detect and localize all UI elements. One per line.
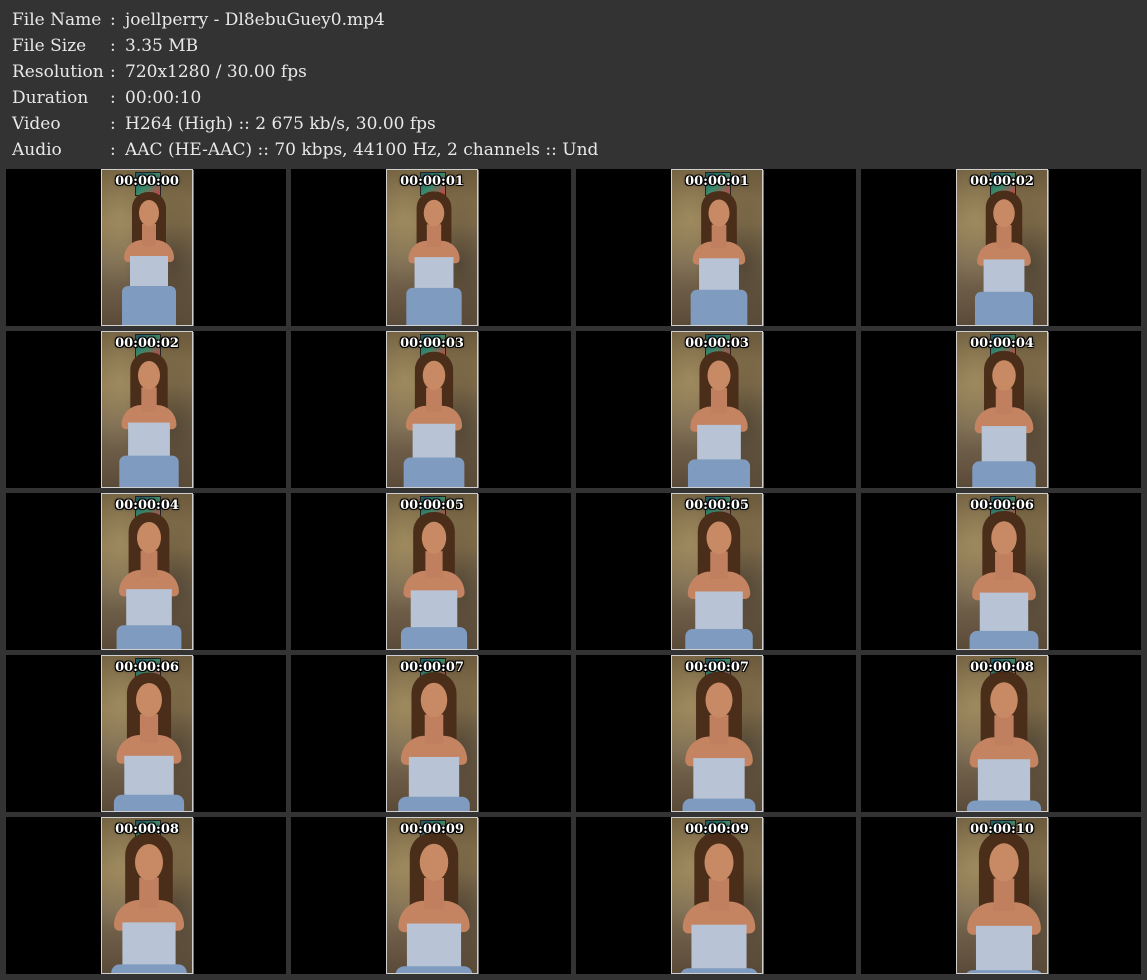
frame-timestamp: 00:00:05 [685, 498, 749, 513]
frame-timestamp: 00:00:04 [970, 336, 1034, 351]
thumbnail-cell: 00:00:06 [861, 493, 1141, 650]
frame-timestamp: 00:00:01 [400, 174, 464, 189]
thumbnail-cell: 00:00:01 [576, 169, 856, 326]
frame-timestamp: 00:00:07 [400, 660, 464, 675]
thumbnail-cell: 00:00:08 [6, 817, 286, 974]
thumbnail-cell: 00:00:04 [861, 331, 1141, 488]
info-separator: : [110, 88, 116, 108]
frame-timestamp: 00:00:08 [115, 822, 179, 837]
frame-timestamp: 00:00:09 [400, 822, 464, 837]
thumbnail-cell: 00:00:07 [291, 655, 571, 812]
info-key: Resolution [12, 62, 104, 82]
video-frame-image [386, 331, 478, 488]
info-key: Audio [12, 140, 62, 160]
thumbnail-cell: 00:00:09 [576, 817, 856, 974]
video-frame-image [671, 169, 763, 326]
thumbnail-cell: 00:00:07 [576, 655, 856, 812]
thumbnail-cell: 00:00:03 [576, 331, 856, 488]
thumbnail-cell: 00:00:02 [6, 331, 286, 488]
info-value: 3.35 MB [125, 36, 199, 56]
thumbnail-cell: 00:00:04 [6, 493, 286, 650]
video-frame-image [101, 493, 193, 650]
frame-timestamp: 00:00:03 [400, 336, 464, 351]
video-frame-image [956, 817, 1048, 974]
info-key: File Size [12, 36, 87, 56]
video-frame-image [101, 817, 193, 974]
frame-timestamp: 00:00:06 [115, 660, 179, 675]
frame-timestamp: 00:00:01 [685, 174, 749, 189]
video-frame-image [101, 331, 193, 488]
video-frame-image [671, 493, 763, 650]
info-key: File Name [12, 10, 102, 30]
video-frame-image [956, 331, 1048, 488]
info-key: Video [12, 114, 61, 134]
thumbnail-cell: 00:00:03 [291, 331, 571, 488]
frame-timestamp: 00:00:07 [685, 660, 749, 675]
frame-timestamp: 00:00:03 [685, 336, 749, 351]
info-separator: : [110, 114, 116, 134]
video-frame-image [386, 493, 478, 650]
info-value: joellperry - Dl8ebuGuey0.mp4 [125, 10, 385, 30]
frame-timestamp: 00:00:02 [115, 336, 179, 351]
frame-timestamp: 00:00:05 [400, 498, 464, 513]
video-frame-image [956, 493, 1048, 650]
thumbnail-cell: 00:00:10 [861, 817, 1141, 974]
frame-timestamp: 00:00:04 [115, 498, 179, 513]
thumbnail-cell: 00:00:02 [861, 169, 1141, 326]
thumbnail-cell: 00:00:00 [6, 169, 286, 326]
frame-timestamp: 00:00:02 [970, 174, 1034, 189]
info-key: Duration [12, 88, 89, 108]
frame-timestamp: 00:00:09 [685, 822, 749, 837]
video-frame-image [671, 655, 763, 812]
frame-timestamp: 00:00:08 [970, 660, 1034, 675]
video-frame-image [671, 817, 763, 974]
thumbnail-cell: 00:00:06 [6, 655, 286, 812]
video-frame-image [101, 169, 193, 326]
info-separator: : [110, 140, 116, 160]
thumbnail-cell: 00:00:08 [861, 655, 1141, 812]
frame-timestamp: 00:00:10 [970, 822, 1034, 837]
video-frame-image [101, 655, 193, 812]
info-value: 00:00:10 [125, 88, 202, 108]
video-frame-image [386, 169, 478, 326]
info-value: H264 (High) :: 2 675 kb/s, 30.00 fps [125, 114, 436, 134]
video-frame-image [956, 169, 1048, 326]
info-value: 720x1280 / 30.00 fps [125, 62, 307, 82]
frame-timestamp: 00:00:06 [970, 498, 1034, 513]
video-frame-image [956, 655, 1048, 812]
video-frame-image [386, 655, 478, 812]
thumbnail-cell: 00:00:05 [576, 493, 856, 650]
info-separator: : [110, 10, 116, 30]
video-frame-image [671, 331, 763, 488]
info-separator: : [110, 62, 116, 82]
thumbnail-cell: 00:00:01 [291, 169, 571, 326]
video-frame-image [386, 817, 478, 974]
thumbnail-grid: 00:00:00 00:00:01 00:00:01 00:00:02 00:00:02… [6, 169, 1141, 974]
info-value: AAC (HE-AAC) :: 70 kbps, 44100 Hz, 2 cha… [125, 140, 599, 160]
thumbnail-cell: 00:00:05 [291, 493, 571, 650]
thumbnail-cell: 00:00:09 [291, 817, 571, 974]
frame-timestamp: 00:00:00 [115, 174, 179, 189]
info-separator: : [110, 36, 116, 56]
